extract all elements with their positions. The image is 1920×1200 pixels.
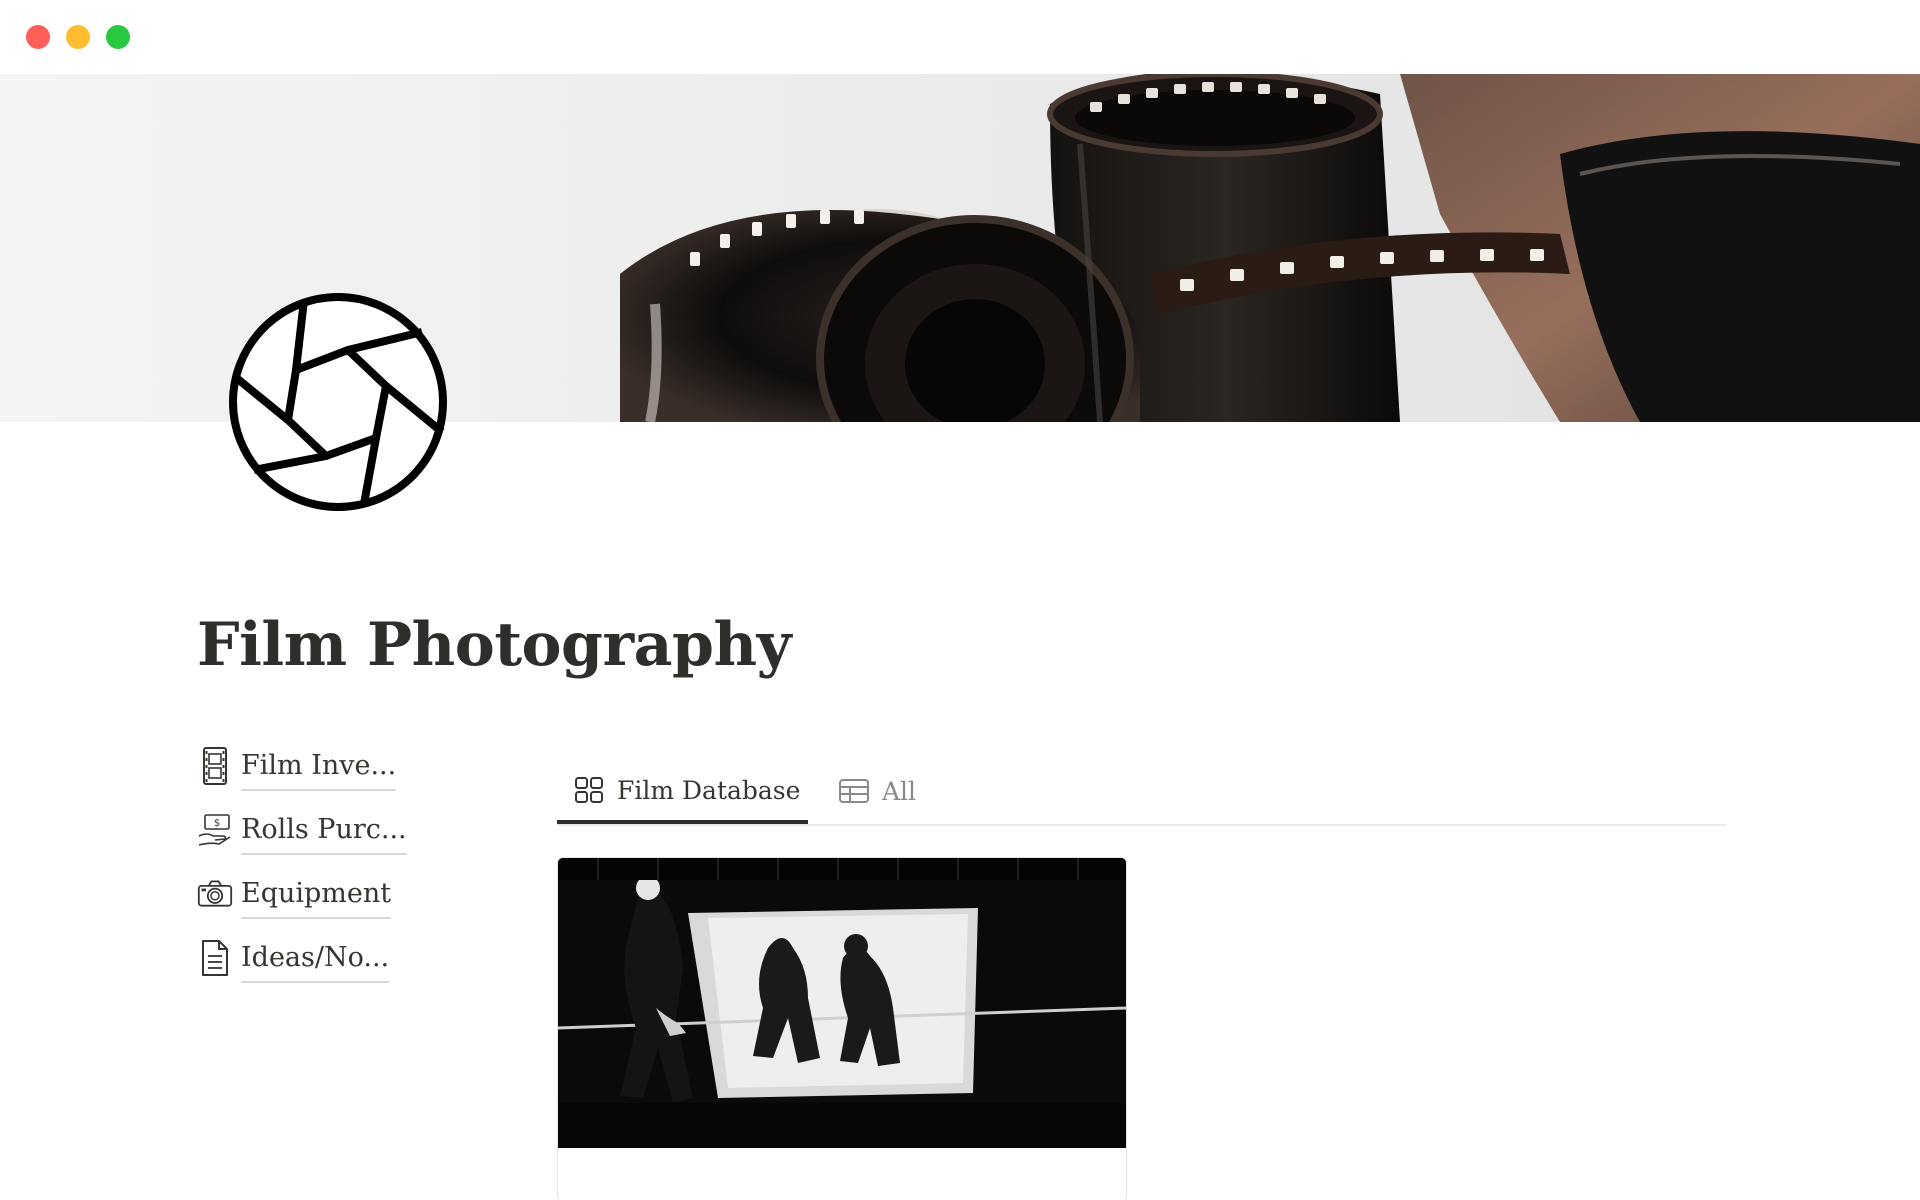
title-bar xyxy=(0,0,1920,74)
link-label[interactable]: Ideas/No... xyxy=(241,936,390,983)
card-cover-image xyxy=(558,858,1126,1148)
minimize-window-button[interactable] xyxy=(66,25,90,49)
film-strip-icon xyxy=(197,744,233,788)
link-label[interactable]: Equipment xyxy=(241,872,392,919)
camera-aperture-icon[interactable] xyxy=(226,290,450,514)
gallery-grid-icon xyxy=(573,774,605,806)
linked-pages-list: Film Inve... $ Rolls Purc... Equipment I… xyxy=(197,744,437,1000)
tab-all[interactable]: All xyxy=(822,760,922,822)
tab-film-database[interactable]: Film Database xyxy=(557,760,808,824)
page-title: Film Photography xyxy=(197,610,791,680)
link-ideas-notes[interactable]: Ideas/No... xyxy=(197,936,437,1000)
database-view-tabs: Film Database All xyxy=(557,760,1726,826)
aperture-svg xyxy=(229,293,447,511)
table-icon xyxy=(838,775,870,807)
gallery-card[interactable] xyxy=(557,857,1127,1200)
document-icon xyxy=(197,936,233,980)
link-label[interactable]: Rolls Purc... xyxy=(241,808,407,855)
link-film-inventory[interactable]: Film Inve... xyxy=(197,744,437,808)
street-shadows-photo xyxy=(558,858,1126,1148)
tab-label: All xyxy=(882,776,917,806)
maximize-window-button[interactable] xyxy=(106,25,130,49)
camera-icon xyxy=(197,872,233,916)
link-rolls-purchased[interactable]: $ Rolls Purc... xyxy=(197,808,437,872)
app-window: Film Photography Film Inve... $ Rolls Pu… xyxy=(0,0,1920,1200)
link-label[interactable]: Film Inve... xyxy=(241,744,397,791)
money-hand-icon: $ xyxy=(197,808,233,852)
close-window-button[interactable] xyxy=(26,25,50,49)
svg-text:$: $ xyxy=(214,818,220,829)
link-equipment[interactable]: Equipment xyxy=(197,872,437,936)
tab-label: Film Database xyxy=(617,775,801,805)
